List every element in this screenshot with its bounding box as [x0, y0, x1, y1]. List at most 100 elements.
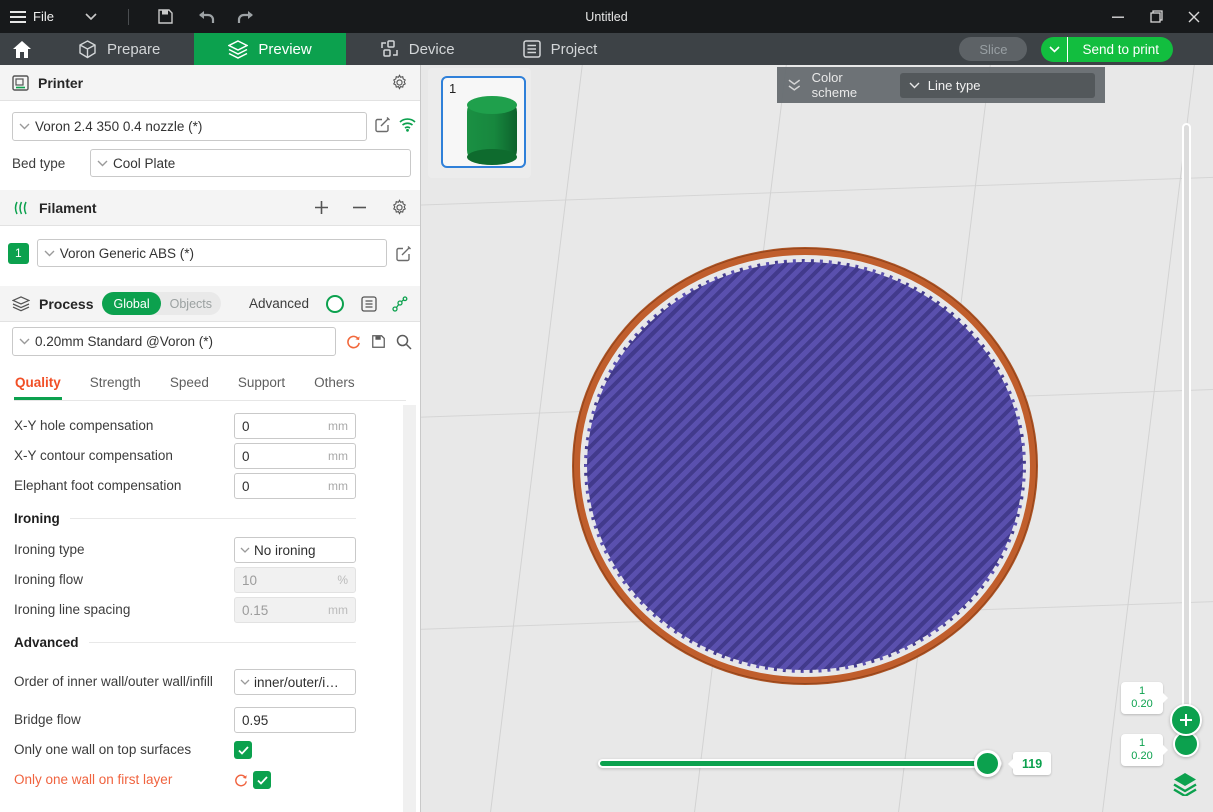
parameter-tree-button[interactable]	[392, 296, 408, 312]
param-row-wall-order: Order of inner wall/outer wall/infill in…	[14, 659, 356, 705]
save-button[interactable]	[149, 4, 183, 30]
param-label: Ironing type	[14, 542, 234, 559]
scope-objects-button[interactable]: Objects	[161, 297, 221, 311]
send-to-print-label: Send to print	[1082, 42, 1159, 57]
home-icon	[13, 41, 31, 58]
send-options-button[interactable]	[1041, 37, 1068, 62]
move-slider-track[interactable]	[598, 759, 1002, 768]
tab-speed[interactable]: Speed	[169, 370, 210, 400]
move-slider-handle[interactable]	[974, 750, 1001, 777]
parameter-list-button[interactable]	[361, 296, 377, 312]
save-icon	[157, 8, 174, 25]
tab-strength[interactable]: Strength	[89, 370, 142, 400]
minimize-button[interactable]	[1099, 0, 1137, 33]
tab-others[interactable]: Others	[313, 370, 356, 400]
wall-order-dropdown[interactable]: inner/outer/i…	[234, 669, 356, 695]
filament-settings-button[interactable]	[391, 199, 408, 216]
send-to-print-group: Send to print	[1041, 37, 1173, 62]
dropdown-value: inner/outer/i…	[254, 675, 339, 690]
tab-preview[interactable]: Preview	[194, 33, 345, 65]
gear-icon	[391, 74, 408, 91]
one-wall-top-checkbox[interactable]	[234, 741, 252, 759]
param-label: X-Y hole compensation	[14, 418, 234, 435]
gear-icon	[391, 199, 408, 216]
layer-slider-bottom-badge: 1 0.20	[1121, 734, 1163, 766]
home-button[interactable]	[0, 33, 44, 65]
layer-view-button[interactable]	[1170, 769, 1200, 799]
ironing-spacing-input: 0.15mm	[234, 597, 356, 623]
param-label: Ironing flow	[14, 572, 234, 589]
advanced-toggle[interactable]	[326, 295, 344, 313]
hole-compensation-input[interactable]: 0mm	[234, 413, 356, 439]
tab-support[interactable]: Support	[237, 370, 286, 400]
project-icon	[523, 40, 541, 58]
layer-slider-track[interactable]	[1182, 123, 1191, 740]
plate-thumbnail-card: 1	[428, 68, 531, 178]
redo-button[interactable]	[229, 4, 263, 30]
printer-section-header: Printer	[0, 65, 420, 101]
ironing-flow-input: 10%	[234, 567, 356, 593]
printer-edit-button[interactable]	[374, 116, 391, 133]
search-settings-button[interactable]	[396, 334, 412, 350]
tab-project-label: Project	[551, 41, 598, 58]
filament-preset-dropdown[interactable]: Voron Generic ABS (*)	[37, 239, 387, 267]
printer-settings-button[interactable]	[391, 74, 408, 91]
input-value: 0.15	[242, 603, 268, 618]
settings-sidebar: Printer Voron 2.4 350 0.4 nozzle (*) Bed…	[0, 65, 421, 812]
param-label: Ironing line spacing	[14, 602, 234, 619]
search-icon	[396, 334, 412, 350]
printer-preset-dropdown[interactable]: Voron 2.4 350 0.4 nozzle (*)	[12, 112, 367, 141]
param-label: X-Y contour compensation	[14, 448, 234, 465]
bed-type-dropdown[interactable]: Cool Plate	[90, 149, 411, 177]
view-options-bar: Color scheme Line type	[777, 67, 1105, 103]
main-tab-bar: Prepare Preview Device Project Slice Sen…	[0, 33, 1213, 65]
bed-type-label: Bed type	[12, 156, 90, 171]
param-label-modified: Only one wall on first layer	[14, 772, 234, 789]
file-menu-button[interactable]: File	[10, 9, 54, 24]
tab-project[interactable]: Project	[489, 33, 632, 65]
tab-device[interactable]: Device	[346, 33, 489, 65]
color-scheme-label: Color scheme	[812, 70, 890, 100]
tab-quality[interactable]: Quality	[14, 370, 62, 400]
scope-global-button[interactable]: Global	[102, 292, 160, 315]
revert-value-button[interactable]	[234, 773, 248, 787]
maximize-button[interactable]	[1137, 0, 1175, 33]
file-menu-dropdown-button[interactable]	[74, 4, 108, 30]
printer-connection-button[interactable]	[398, 117, 417, 132]
cylinder-object-thumbnail	[467, 104, 517, 158]
line-type-dropdown[interactable]: Line type	[900, 73, 1095, 98]
process-preset-dropdown[interactable]: 0.20mm Standard @Voron (*)	[12, 327, 336, 356]
layers-icon	[1172, 772, 1198, 796]
contour-compensation-input[interactable]: 0mm	[234, 443, 356, 469]
sidebar-scrollbar[interactable]	[403, 405, 416, 812]
add-filament-button[interactable]	[315, 201, 328, 214]
undo-button[interactable]	[189, 4, 223, 30]
layer-height: 0.20	[1121, 750, 1163, 763]
slice-button[interactable]: Slice	[959, 37, 1027, 61]
filament-edit-button[interactable]	[395, 245, 412, 262]
preview-viewport[interactable]: 1 Color scheme Line type 119 1 0.20	[421, 65, 1213, 812]
remove-filament-button[interactable]	[353, 206, 366, 209]
plate-thumbnail[interactable]: 1	[441, 76, 526, 168]
ironing-type-dropdown[interactable]: No ironing	[234, 537, 356, 563]
hamburger-icon	[10, 10, 26, 24]
filament-section-title: Filament	[39, 200, 97, 216]
save-preset-button[interactable]	[371, 334, 386, 349]
param-label: Bridge flow	[14, 712, 234, 729]
minimize-icon	[1112, 11, 1124, 23]
collapse-double-chevron-icon[interactable]	[787, 79, 802, 92]
one-wall-first-layer-checkbox[interactable]	[253, 771, 271, 789]
bridge-flow-input[interactable]: 0.95	[234, 707, 356, 733]
tab-prepare[interactable]: Prepare	[44, 33, 194, 65]
input-value: 0	[242, 479, 250, 494]
send-to-print-button[interactable]: Send to print	[1068, 37, 1173, 62]
reset-preset-button[interactable]	[346, 334, 361, 349]
input-unit: mm	[328, 419, 348, 433]
layer-slider-upper-handle[interactable]	[1170, 704, 1202, 736]
chevron-down-icon	[909, 82, 920, 89]
elephant-foot-input[interactable]: 0mm	[234, 473, 356, 499]
close-button[interactable]	[1175, 0, 1213, 33]
tab-prepare-label: Prepare	[107, 41, 160, 58]
section-header-advanced: Advanced	[14, 625, 356, 659]
sliced-object-top-view[interactable]	[573, 248, 1037, 684]
